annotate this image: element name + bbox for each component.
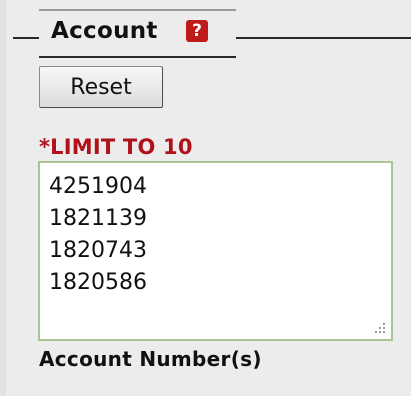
account-number-line: 1820586 <box>49 270 147 295</box>
reset-button[interactable]: Reset <box>39 66 163 108</box>
account-number-line: 1821139 <box>49 206 147 231</box>
help-icon-glyph: ? <box>192 20 202 41</box>
legend-top-divider <box>39 9 236 11</box>
fieldset-rule-left <box>13 37 39 39</box>
panel-left-border <box>0 0 6 396</box>
help-icon[interactable]: ? <box>186 20 208 42</box>
fieldset-rule-right <box>236 37 411 39</box>
account-filter-panel: Account ? Reset *LIMIT TO 10 4251904 182… <box>0 0 411 396</box>
limit-notice: *LIMIT TO 10 <box>39 135 193 159</box>
account-numbers-textarea[interactable]: 4251904 1821139 1820743 1820586 <box>38 161 393 341</box>
legend-bottom-divider <box>39 56 236 58</box>
account-numbers-label: Account Number(s) <box>39 347 262 371</box>
fieldset-legend: Account <box>51 18 158 44</box>
resize-grip-icon[interactable] <box>371 319 387 335</box>
account-number-line: 1820743 <box>49 238 147 263</box>
account-number-line: 4251904 <box>49 174 147 199</box>
